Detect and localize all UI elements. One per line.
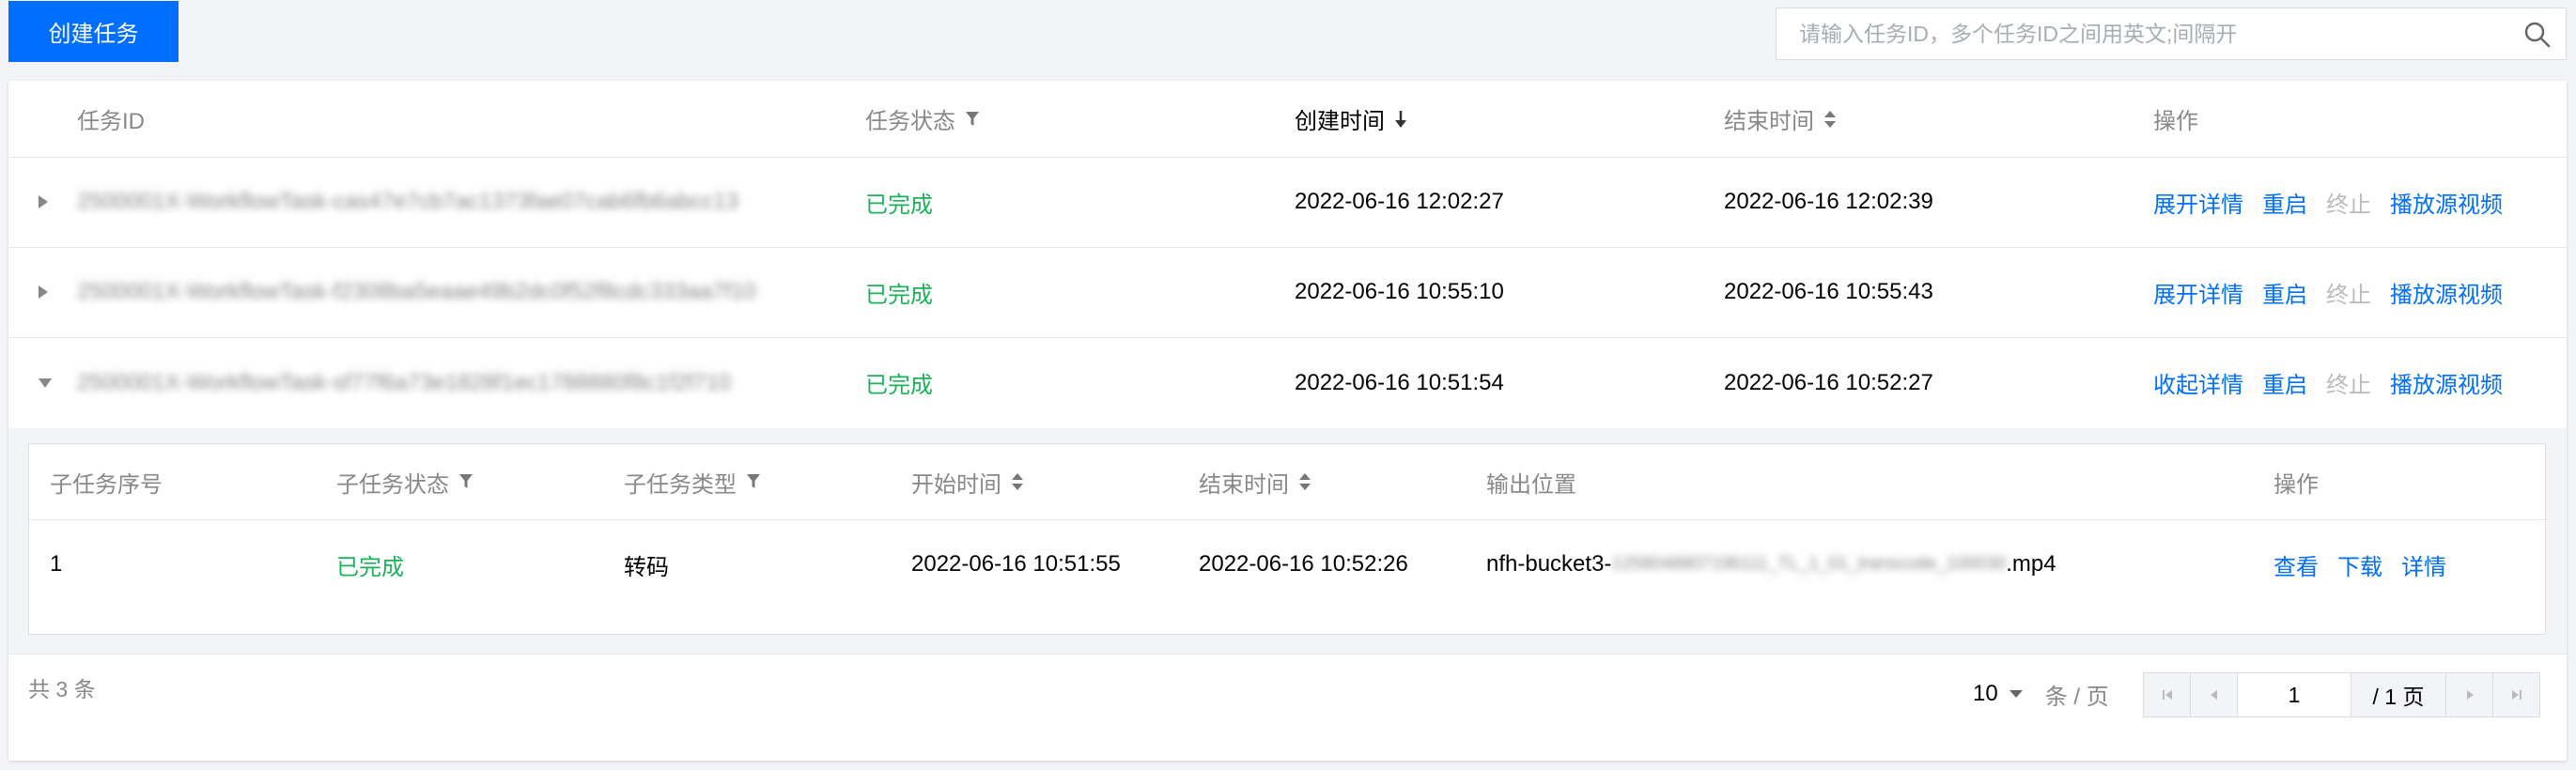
filter-icon[interactable] (746, 473, 761, 490)
header-task-id: 任务ID (77, 109, 145, 134)
page-number-input[interactable] (2238, 673, 2351, 716)
task-id: 2500001X-WorkflowTask-f2308ba5eaae49b2dc… (77, 279, 756, 304)
row-actions: 收起详情 重启 终止 播放源视频 (2153, 337, 2522, 428)
expand-detail-link[interactable]: 展开详情 (2153, 186, 2243, 219)
last-page-button[interactable] (2493, 673, 2539, 716)
header-operations: 操作 (2153, 109, 2198, 134)
header-output-location: 输出位置 (1486, 471, 1576, 498)
subtask-actions: 查看 下载 详情 (2273, 519, 2465, 609)
stop-link: 终止 (2326, 282, 2371, 308)
created-time: 2022-06-16 12:02:27 (1295, 189, 1504, 214)
search-input[interactable] (1777, 8, 2513, 59)
created-time: 2022-06-16 10:51:54 (1295, 369, 1504, 395)
restart-link[interactable]: 重启 (2262, 186, 2307, 219)
first-page-icon (2162, 690, 2172, 700)
task-id: 2500001X-WorkflowTask-sf77f6a73e1828f1ec… (77, 369, 732, 395)
expand-detail-link[interactable]: 展开详情 (2153, 276, 2243, 309)
page-size-select[interactable]: 10 条 / 页 (1973, 670, 2109, 718)
row-actions: 展开详情 重启 终止 播放源视频 (2153, 157, 2522, 247)
end-time: 2022-06-16 10:52:27 (1724, 369, 1933, 395)
stop-link: 终止 (2326, 373, 2371, 398)
search-icon[interactable] (2522, 20, 2553, 50)
output-location: nfh-bucket3- 1258048807196111_TL_1_01_tra… (1486, 551, 2056, 577)
subtask-start-time: 2022-06-16 10:51:55 (911, 551, 1121, 577)
subtask-header: 子任务序号 子任务状态 子任务类型 开始时间 结束时间 输出位置 操作 (29, 444, 2545, 520)
caret-right-icon[interactable] (39, 195, 48, 208)
download-link[interactable]: 下载 (2337, 548, 2382, 581)
table-row: 2500001X-WorkflowTask-cas47e7cb7ac1373fa… (8, 157, 2567, 248)
table-header: 任务ID 任务状态 创建时间 结束时间 操作 (8, 81, 2567, 158)
chevron-down-icon (2009, 690, 2023, 698)
total-pages: / 1 页 (2351, 673, 2446, 716)
chevron-left-icon (2210, 690, 2217, 700)
end-time: 2022-06-16 12:02:39 (1724, 189, 1933, 214)
status-text: 已完成 (865, 282, 933, 308)
header-subtask-status[interactable]: 子任务状态 (336, 444, 473, 519)
play-source-video-link[interactable]: 播放源视频 (2390, 366, 2503, 399)
header-subtask-operations: 操作 (2273, 471, 2319, 498)
sort-icon[interactable] (1298, 472, 1311, 491)
caret-right-icon[interactable] (39, 285, 48, 299)
header-start-time[interactable]: 开始时间 (911, 444, 1024, 519)
play-source-video-link[interactable]: 播放源视频 (2390, 186, 2503, 219)
last-page-icon (2511, 690, 2522, 700)
restart-link[interactable]: 重启 (2262, 366, 2307, 399)
expand-row-button[interactable] (39, 157, 48, 247)
header-subtask-type[interactable]: 子任务类型 (624, 444, 761, 519)
header-subtask-seq: 子任务序号 (50, 471, 163, 498)
sort-icon[interactable] (1011, 472, 1024, 491)
search-box (1776, 8, 2567, 60)
view-link[interactable]: 查看 (2273, 548, 2319, 581)
row-actions: 展开详情 重启 终止 播放源视频 (2153, 247, 2522, 337)
detail-link[interactable]: 详情 (2401, 548, 2446, 581)
subtask-end-time: 2022-06-16 10:52:26 (1199, 551, 1408, 577)
next-page-button[interactable] (2446, 673, 2493, 716)
collapse-detail-link[interactable]: 收起详情 (2153, 366, 2243, 399)
end-time: 2022-06-16 10:55:43 (1724, 279, 1933, 304)
create-task-button[interactable]: 创建任务 (8, 1, 178, 62)
status-text: 已完成 (865, 192, 933, 218)
filter-icon[interactable] (965, 111, 980, 128)
header-end-time[interactable]: 结束时间 (1724, 81, 1837, 157)
header-task-status[interactable]: 任务状态 (865, 81, 980, 157)
subtask-status: 已完成 (336, 554, 404, 580)
output-path-redacted: 1258048807196111_TL_1_01_transcode_10003… (1611, 554, 2007, 574)
table-row: 2500001X-WorkflowTask-f2308ba5eaae49b2dc… (8, 247, 2567, 338)
table-row: 2500001X-WorkflowTask-sf77f6a73e1828f1ec… (8, 337, 2567, 428)
caret-down-icon[interactable] (39, 377, 52, 388)
stop-link: 终止 (2326, 192, 2371, 218)
sort-icon[interactable] (1823, 110, 1837, 129)
task-table-panel: 任务ID 任务状态 创建时间 结束时间 操作 2500001X-Workflow… (8, 81, 2567, 761)
subtask-table: 子任务序号 子任务状态 子任务类型 开始时间 结束时间 输出位置 操作 1 已完… (28, 443, 2546, 635)
pagination: / 1 页 (2143, 672, 2540, 717)
play-source-video-link[interactable]: 播放源视频 (2390, 276, 2503, 309)
expand-row-button[interactable] (39, 247, 48, 337)
prev-page-button[interactable] (2191, 673, 2238, 716)
chevron-right-icon (2466, 690, 2474, 700)
header-created-time[interactable]: 创建时间 (1295, 81, 1407, 157)
sort-desc-icon[interactable] (1394, 110, 1407, 129)
subtask-row: 1 已完成 转码 2022-06-16 10:51:55 2022-06-16 … (29, 519, 2545, 609)
total-count: 共 3 条 (28, 677, 96, 701)
subtask-area: 子任务序号 子任务状态 子任务类型 开始时间 结束时间 输出位置 操作 1 已完… (8, 428, 2567, 654)
subtask-type: 转码 (624, 554, 669, 580)
task-id: 2500001X-WorkflowTask-cas47e7cb7ac1373fa… (77, 189, 739, 214)
created-time: 2022-06-16 10:55:10 (1295, 279, 1504, 304)
first-page-button[interactable] (2144, 673, 2191, 716)
collapse-row-button[interactable] (39, 337, 52, 428)
status-text: 已完成 (865, 373, 933, 398)
restart-link[interactable]: 重启 (2262, 276, 2307, 309)
subtask-seq: 1 (50, 551, 63, 577)
filter-icon[interactable] (458, 473, 473, 490)
header-subtask-end-time[interactable]: 结束时间 (1199, 444, 1311, 519)
